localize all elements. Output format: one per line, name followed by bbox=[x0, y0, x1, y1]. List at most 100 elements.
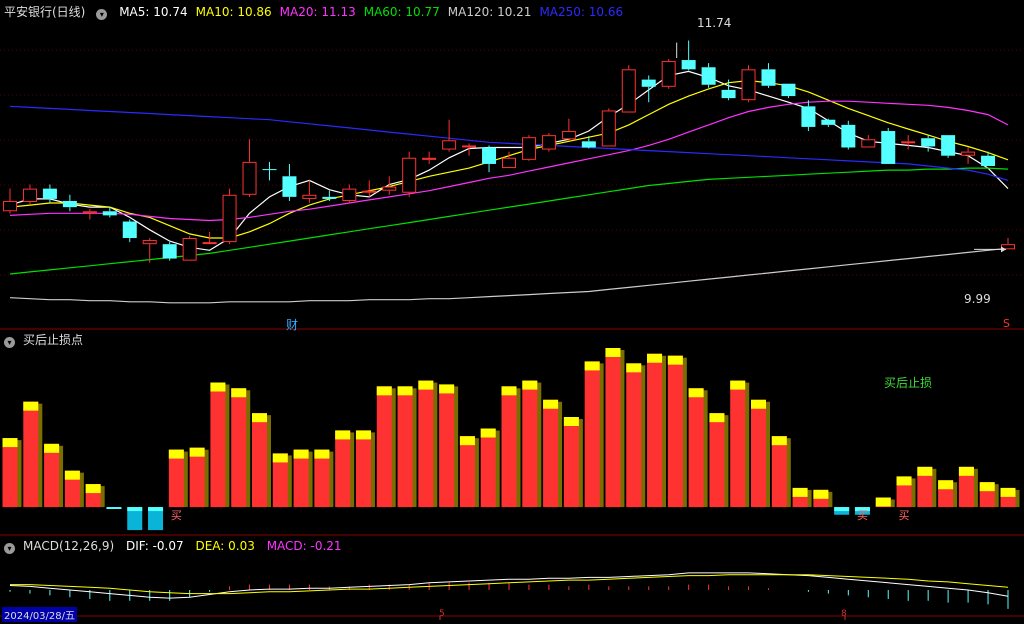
candle-body bbox=[741, 69, 756, 101]
candle-body bbox=[122, 221, 137, 238]
indicator-bar-cap bbox=[979, 482, 995, 492]
indicator-bar-cap bbox=[23, 401, 39, 411]
candle-body bbox=[362, 190, 377, 193]
indicator-bar bbox=[605, 348, 621, 508]
indicator-bar bbox=[355, 430, 371, 508]
indicator-bar bbox=[397, 386, 413, 508]
indicator-bar-cap bbox=[543, 399, 559, 409]
candle-body bbox=[521, 137, 536, 160]
stop-loss-label: 买后止损 bbox=[884, 376, 933, 390]
earnings-event-marker[interactable]: 财 bbox=[286, 316, 298, 333]
ma-legend-item: MA250: 10.66 bbox=[539, 5, 624, 19]
indicator-bar-cap bbox=[709, 413, 725, 423]
indicator-bar-cap bbox=[231, 388, 247, 398]
indicator-bar-cap bbox=[958, 466, 974, 476]
dea-value: DEA: 0.03 bbox=[195, 539, 255, 553]
indicator-bar-cap bbox=[751, 399, 766, 409]
indicator-bar bbox=[418, 380, 434, 508]
indicator-bar bbox=[730, 380, 746, 508]
indicator-bar-cap bbox=[439, 384, 455, 394]
high-price-label: 11.74 bbox=[697, 16, 732, 30]
candle-body bbox=[821, 119, 836, 125]
candle-body bbox=[342, 188, 357, 201]
stock-title[interactable]: 平安银行(日线) bbox=[4, 5, 85, 19]
indicator-bar-cap bbox=[2, 438, 18, 448]
candle-body bbox=[861, 139, 876, 148]
indicator-bar-cap bbox=[127, 507, 143, 512]
indicator-bar-cap bbox=[168, 449, 184, 459]
indicator-header: ▾ 买后止损点 bbox=[0, 331, 91, 349]
indicator-bar-cap bbox=[1000, 487, 1016, 497]
candle-body bbox=[482, 147, 497, 164]
candle-body bbox=[442, 140, 457, 150]
ma-legend-item: MA5: 10.74 bbox=[119, 5, 188, 19]
indicator-bar-cap bbox=[938, 480, 954, 490]
indicator-bar bbox=[626, 363, 642, 508]
indicator-bar bbox=[751, 399, 766, 508]
indicator-bar-cap bbox=[106, 507, 122, 509]
candle-body bbox=[242, 161, 257, 195]
settings-dropdown-icon[interactable]: ▾ bbox=[96, 9, 108, 20]
indicator-bar bbox=[459, 436, 475, 508]
candle-body bbox=[981, 155, 996, 166]
indicator-title[interactable]: 买后止损点 bbox=[23, 333, 83, 347]
buy-signal-label: 买 bbox=[899, 509, 910, 522]
macd-dropdown-icon[interactable]: ▾ bbox=[4, 543, 15, 554]
candle-body bbox=[801, 106, 816, 127]
indicator-bar bbox=[439, 384, 455, 508]
candle-body bbox=[561, 131, 576, 140]
indicator-bar bbox=[2, 438, 18, 508]
candle-body bbox=[62, 200, 77, 208]
ma-legend-item: MA120: 10.21 bbox=[447, 5, 532, 19]
indicator-bar-cap bbox=[875, 497, 891, 507]
ma-legend-item: MA20: 11.13 bbox=[279, 5, 356, 19]
sell-signal-marker: S bbox=[1003, 317, 1010, 330]
candle-body bbox=[641, 79, 656, 87]
indicator-bar-cap bbox=[272, 453, 288, 463]
candle-body bbox=[661, 61, 676, 87]
indicator-bar bbox=[543, 399, 559, 508]
candle-body bbox=[621, 69, 636, 113]
indicator-bar-cap bbox=[667, 355, 683, 365]
candle-body bbox=[761, 69, 776, 86]
main-header: 平安银行(日线) ▾ MA5: 10.74 MA10: 10.86 MA20: 11.… bbox=[0, 3, 639, 21]
indicator-bar-cap bbox=[522, 380, 538, 390]
candle-body bbox=[701, 67, 716, 85]
macd-title[interactable]: MACD(12,26,9) bbox=[23, 539, 114, 553]
candle-body bbox=[781, 83, 796, 97]
year-mark: 8 bbox=[841, 609, 847, 619]
macd-value: MACD: -0.21 bbox=[266, 539, 342, 553]
ma-line-ma120 bbox=[9, 247, 1009, 304]
low-price-label: 9.99 bbox=[964, 292, 991, 306]
indicator-bar-cap bbox=[813, 489, 829, 499]
indicator-bar bbox=[335, 430, 351, 508]
indicator-bar-cap bbox=[44, 443, 60, 453]
indicator-bar-cap bbox=[314, 449, 330, 459]
indicator-bar-cap bbox=[792, 487, 808, 497]
candle-body bbox=[941, 135, 956, 156]
indicator-bar bbox=[231, 388, 247, 508]
indicator-bar-cap bbox=[397, 386, 413, 396]
candle-body bbox=[42, 188, 57, 199]
buy-signal-label: 买 bbox=[857, 509, 868, 522]
indicator-bar bbox=[23, 401, 39, 508]
indicator-bar-cap bbox=[834, 507, 850, 512]
indicator-bar bbox=[376, 386, 392, 508]
ma-legend: MA5: 10.74 MA10: 10.86 MA20: 11.13 MA60: 10… bbox=[119, 5, 631, 19]
indicator-bar-cap bbox=[730, 380, 746, 390]
candle-body bbox=[581, 141, 596, 148]
indicator-dropdown-icon[interactable]: ▾ bbox=[4, 337, 15, 348]
candle-body bbox=[841, 124, 856, 148]
indicator-bar-cap bbox=[64, 470, 80, 480]
month-mark: 5 bbox=[439, 609, 445, 619]
indicator-bar-cap bbox=[647, 353, 663, 363]
stock-chart: 买 买 买 平安银行(日线) ▾ MA5: 10.74 MA10: 10.86 MA20:… bbox=[0, 0, 1024, 622]
buy-signal-label: 买 bbox=[171, 509, 182, 522]
indicator-bar-cap bbox=[189, 447, 205, 457]
candle-body bbox=[282, 176, 297, 197]
candle-body bbox=[82, 211, 97, 214]
indicator-bar-cap bbox=[210, 382, 226, 392]
candle-body bbox=[162, 244, 177, 259]
candle-body bbox=[182, 238, 197, 261]
indicator-bar-cap bbox=[355, 430, 371, 440]
